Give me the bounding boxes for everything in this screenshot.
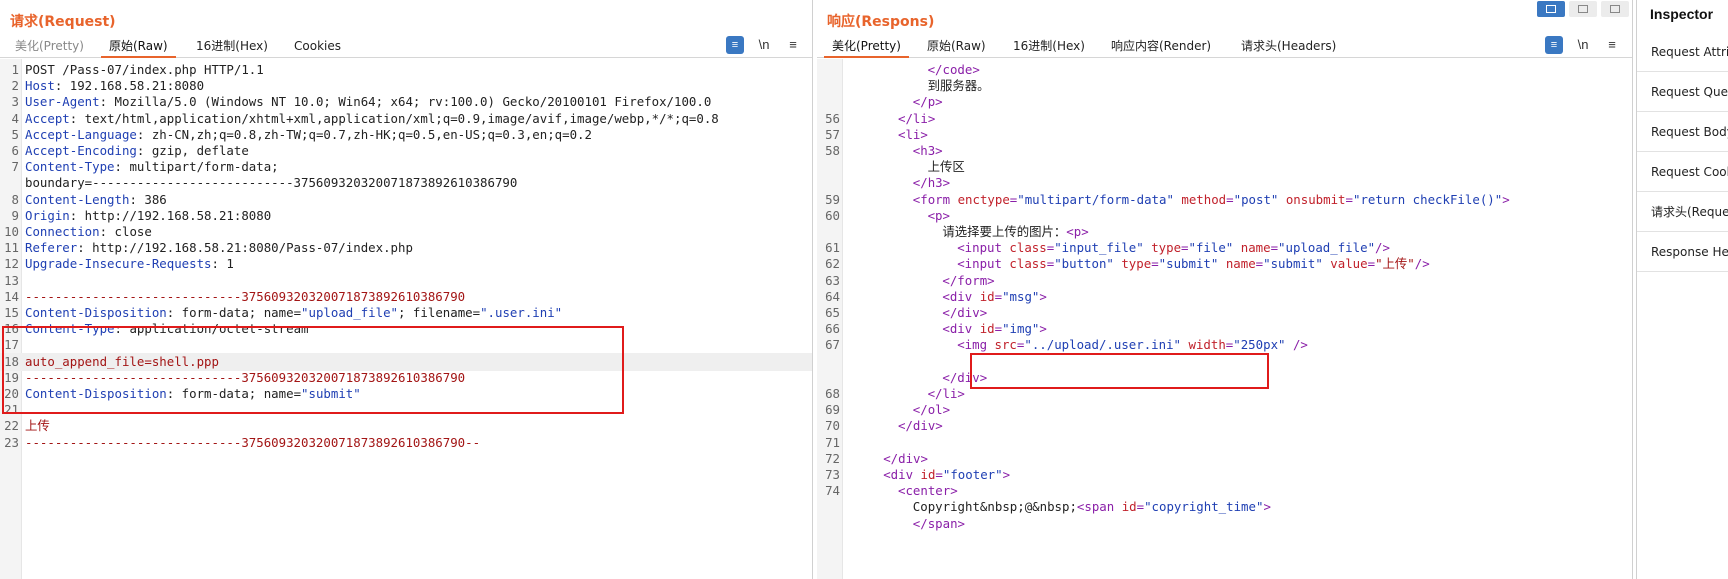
newline-toggle-icon[interactable]: \n — [1574, 36, 1592, 54]
inspector-request-headers[interactable]: 请求头(Request Headers) — [1637, 192, 1728, 232]
inspector-request-query[interactable]: Request Query Parameters — [1637, 72, 1728, 112]
inspector-response-headers[interactable]: Response Headers — [1637, 232, 1728, 272]
tab-hex[interactable]: 16进制(Hex) — [1005, 37, 1093, 58]
tab-hex[interactable]: 16进制(Hex) — [188, 37, 276, 58]
menu-icon[interactable]: ≡ — [1603, 36, 1621, 54]
highlight-box — [970, 353, 1269, 389]
request-title: 请求(Request) — [10, 14, 116, 30]
inspector-request-cookies[interactable]: Request Cookies — [1637, 152, 1728, 192]
layout-stacked-icon[interactable] — [1569, 1, 1597, 17]
tab-cookies[interactable]: Cookies — [286, 37, 349, 58]
code-line: 23 -----------------------------375609320… — [0, 434, 812, 452]
newline-toggle-icon[interactable]: \n — [755, 36, 773, 54]
line-number: 23 — [4, 434, 19, 450]
code-line: </span> — [817, 515, 1632, 533]
code-text: -----------------------------37560932032… — [25, 434, 481, 450]
response-editor[interactable]: </code> 到服务器。 </p> 56 </li> 57 <li> 58 <h3> 上传区 </… — [817, 59, 1632, 579]
response-title: 响应(Respons) — [827, 14, 935, 30]
request-editor[interactable]: 1 POST /Pass-07/index.php HTTP/1.1 2 Host: … — [0, 59, 812, 579]
layout-side-by-side-icon[interactable] — [1537, 1, 1565, 17]
code-text: </span> — [912, 515, 966, 531]
highlight-box — [2, 326, 624, 414]
tab-pretty[interactable]: 美化(Pretty) — [7, 37, 92, 58]
pretty-toggle-icon[interactable]: ≡ — [1545, 36, 1563, 54]
layout-switcher — [1537, 0, 1632, 18]
request-tabs: 美化(Pretty) 原始(Raw) 16进制(Hex) Cookies — [0, 34, 812, 58]
tab-render[interactable]: 响应内容(Render) — [1103, 37, 1219, 58]
tab-raw[interactable]: 原始(Raw) — [101, 37, 176, 58]
tab-headers[interactable]: 请求头(Headers) — [1233, 37, 1344, 58]
request-pane: 请求(Request) 美化(Pretty) 原始(Raw) 16进制(Hex)… — [0, 0, 813, 579]
inspector-panel: Inspector Request Attributes Request Que… — [1636, 0, 1728, 579]
menu-icon[interactable]: ≡ — [784, 36, 802, 54]
response-tabs: 美化(Pretty) 原始(Raw) 16进制(Hex) 响应内容(Render… — [817, 34, 1632, 58]
pretty-toggle-icon[interactable]: ≡ — [726, 36, 744, 54]
inspector-request-attributes[interactable]: Request Attributes — [1637, 32, 1728, 72]
tab-pretty[interactable]: 美化(Pretty) — [824, 37, 909, 58]
layout-tabs-icon[interactable] — [1601, 1, 1629, 17]
tab-raw[interactable]: 原始(Raw) — [919, 37, 994, 58]
inspector-request-body[interactable]: Request Body Parameters — [1637, 112, 1728, 152]
response-pane: 响应(Respons) 美化(Pretty) 原始(Raw) 16进制(Hex)… — [817, 0, 1633, 579]
inspector-title: Inspector — [1650, 6, 1714, 22]
